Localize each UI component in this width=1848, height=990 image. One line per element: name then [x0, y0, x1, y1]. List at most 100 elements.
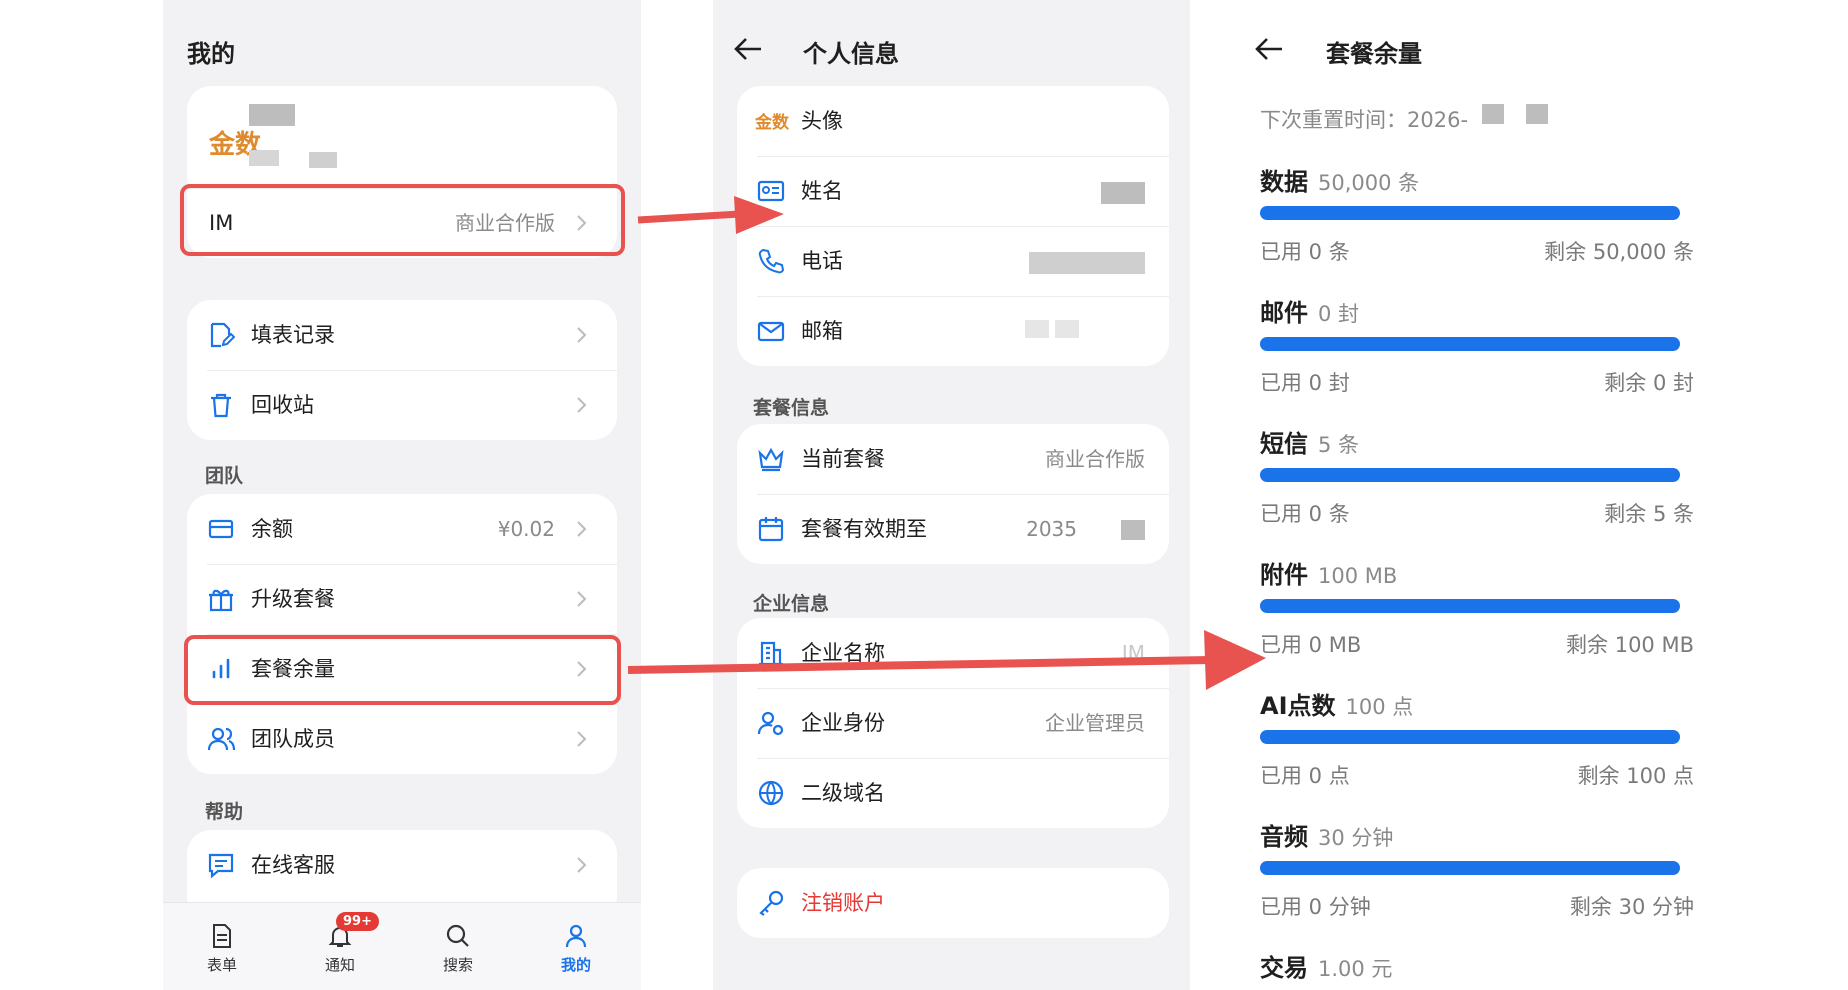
quota-remaining: 剩余 30 分钟	[1569, 895, 1694, 919]
quota-data-title: 数据 50,000 条	[1260, 162, 1419, 197]
tab-label: 搜索	[442, 956, 473, 974]
page-title: 个人信息	[803, 40, 899, 68]
row-label: 企业身份	[801, 711, 885, 735]
row-avatar[interactable]: 金数 头像	[737, 86, 1169, 156]
highlight-im-row	[180, 184, 625, 256]
menu-item-recycle-bin[interactable]: 回收站	[187, 370, 617, 440]
quota-name: 交易	[1260, 954, 1308, 982]
wallet-icon	[208, 519, 234, 539]
quota-name: 短信	[1260, 430, 1308, 458]
records-card: 填表记录 回收站	[187, 300, 617, 440]
row-subdomain[interactable]: 二级域名	[737, 758, 1169, 828]
page-title: 我的	[187, 40, 235, 68]
row-phone[interactable]: 电话	[737, 226, 1169, 296]
tab-mine[interactable]: 我的	[536, 922, 616, 975]
row-current-plan[interactable]: 当前套餐 商业合作版	[737, 424, 1169, 494]
menu-item-online-support[interactable]: 在线客服	[187, 830, 617, 900]
quota-name: 附件	[1260, 561, 1308, 589]
quota-used: 已用 0 MB	[1260, 633, 1362, 657]
user-gear-icon	[757, 711, 784, 736]
row-value: 企业管理员	[1045, 711, 1145, 735]
quota-email-bar	[1260, 337, 1680, 351]
row-company-name[interactable]: 企业名称 IM	[737, 618, 1169, 688]
logout-card: 注销账户	[737, 868, 1169, 938]
form-icon	[213, 924, 231, 948]
section-company-info: 企业信息	[753, 593, 830, 615]
row-value: 商业合作版	[1045, 447, 1145, 471]
section-team: 团队	[205, 465, 244, 487]
mail-icon	[757, 321, 785, 342]
chevron-right-icon	[577, 397, 587, 413]
tab-notifications[interactable]: 通知 99+	[300, 912, 380, 975]
section-plan-info: 套餐信息	[753, 397, 830, 419]
row-label: 企业名称	[801, 641, 885, 665]
crown-icon	[758, 447, 784, 472]
quota-name: 邮件	[1260, 299, 1308, 327]
chevron-right-icon	[577, 521, 587, 537]
logout-button[interactable]: 注销账户	[737, 868, 1169, 938]
user-icon	[565, 924, 587, 948]
redacted-reset-date	[1482, 104, 1504, 124]
mine-panel: 我的 金数 IM 商业合作版 填表记录 回收站 团队 余额 ¥0.02 升级套餐…	[163, 0, 641, 990]
menu-item-upgrade-plan[interactable]: 升级套餐	[187, 564, 617, 634]
redacted-phone	[1029, 252, 1145, 274]
plan-card: 当前套餐 商业合作版 套餐有效期至 2035	[737, 424, 1169, 564]
quota-name: 数据	[1260, 168, 1308, 196]
profile-panel: 个人信息 金数 头像 姓名 电话 邮箱 套餐信息 当前套餐 商业合作版 套餐有效…	[713, 0, 1191, 990]
row-label: 姓名	[801, 179, 843, 203]
chevron-right-icon	[577, 591, 587, 607]
quota-remaining: 剩余 50,000 条	[1544, 240, 1694, 264]
menu-item-label: 升级套餐	[251, 587, 335, 611]
row-company-role[interactable]: 企业身份 企业管理员	[737, 688, 1169, 758]
key-icon	[759, 890, 784, 916]
quota-remaining: 剩余 0 封	[1604, 371, 1694, 395]
quota-used: 已用 0 条	[1260, 240, 1350, 264]
quota-total: 5 条	[1318, 433, 1360, 457]
row-value: IM	[1121, 641, 1145, 665]
quota-used: 已用 0 分钟	[1260, 895, 1371, 919]
redacted-account-name	[249, 104, 295, 126]
calendar-icon	[758, 517, 784, 542]
back-arrow-icon[interactable]	[1254, 36, 1284, 62]
quota-total: 100 点	[1345, 695, 1414, 719]
quota-remaining: 剩余 100 点	[1577, 764, 1694, 788]
globe-icon	[758, 780, 784, 806]
quota-data-bar	[1260, 206, 1680, 220]
company-card: 企业名称 IM 企业身份 企业管理员 二级域名	[737, 618, 1169, 828]
personal-card: 金数 头像 姓名 电话 邮箱	[737, 86, 1169, 366]
menu-item-team-members[interactable]: 团队成员	[187, 704, 617, 774]
redacted-reset-date-part	[1526, 104, 1548, 124]
tab-label: 通知	[324, 956, 355, 974]
row-label: 套餐有效期至	[801, 517, 927, 541]
menu-item-label: 余额	[251, 517, 293, 541]
chevron-right-icon	[577, 327, 587, 343]
row-plan-expiry[interactable]: 套餐有效期至 2035	[737, 494, 1169, 564]
quota-total: 50,000 条	[1318, 171, 1420, 195]
tab-form[interactable]: 表单	[182, 922, 262, 975]
tab-label: 我的	[560, 956, 591, 974]
menu-item-label: 填表记录	[251, 323, 335, 347]
row-name[interactable]: 姓名	[737, 156, 1169, 226]
row-email[interactable]: 邮箱	[737, 296, 1169, 366]
notification-badge: 99+	[336, 912, 379, 931]
form-edit-icon	[210, 322, 235, 348]
chevron-right-icon	[577, 857, 587, 873]
chat-icon	[208, 853, 234, 879]
members-icon	[207, 727, 235, 751]
highlight-plan-quota	[184, 635, 621, 705]
menu-item-balance[interactable]: 余额 ¥0.02	[187, 494, 617, 564]
back-arrow-icon[interactable]	[733, 36, 763, 62]
tab-search[interactable]: 搜索	[418, 922, 498, 975]
avatar-logo: 金数	[755, 113, 789, 133]
quota-ai-bar	[1260, 730, 1680, 744]
menu-item-form-records[interactable]: 填表记录	[187, 300, 617, 370]
row-label: 邮箱	[801, 319, 843, 343]
quota-sms-bar	[1260, 468, 1680, 482]
row-label: 二级域名	[801, 781, 885, 805]
menu-item-label: 团队成员	[251, 727, 335, 751]
row-label: 当前套餐	[801, 447, 885, 471]
quota-panel: 套餐余量 下次重置时间：2026- 数据 50,000 条 已用 0 条 剩余 5…	[1190, 0, 1748, 990]
team-card: 余额 ¥0.02 升级套餐 套餐余量 团队成员	[187, 494, 617, 774]
quota-transaction-title: 交易 1.00 元	[1260, 948, 1392, 983]
quota-remaining: 剩余 100 MB	[1566, 633, 1694, 657]
